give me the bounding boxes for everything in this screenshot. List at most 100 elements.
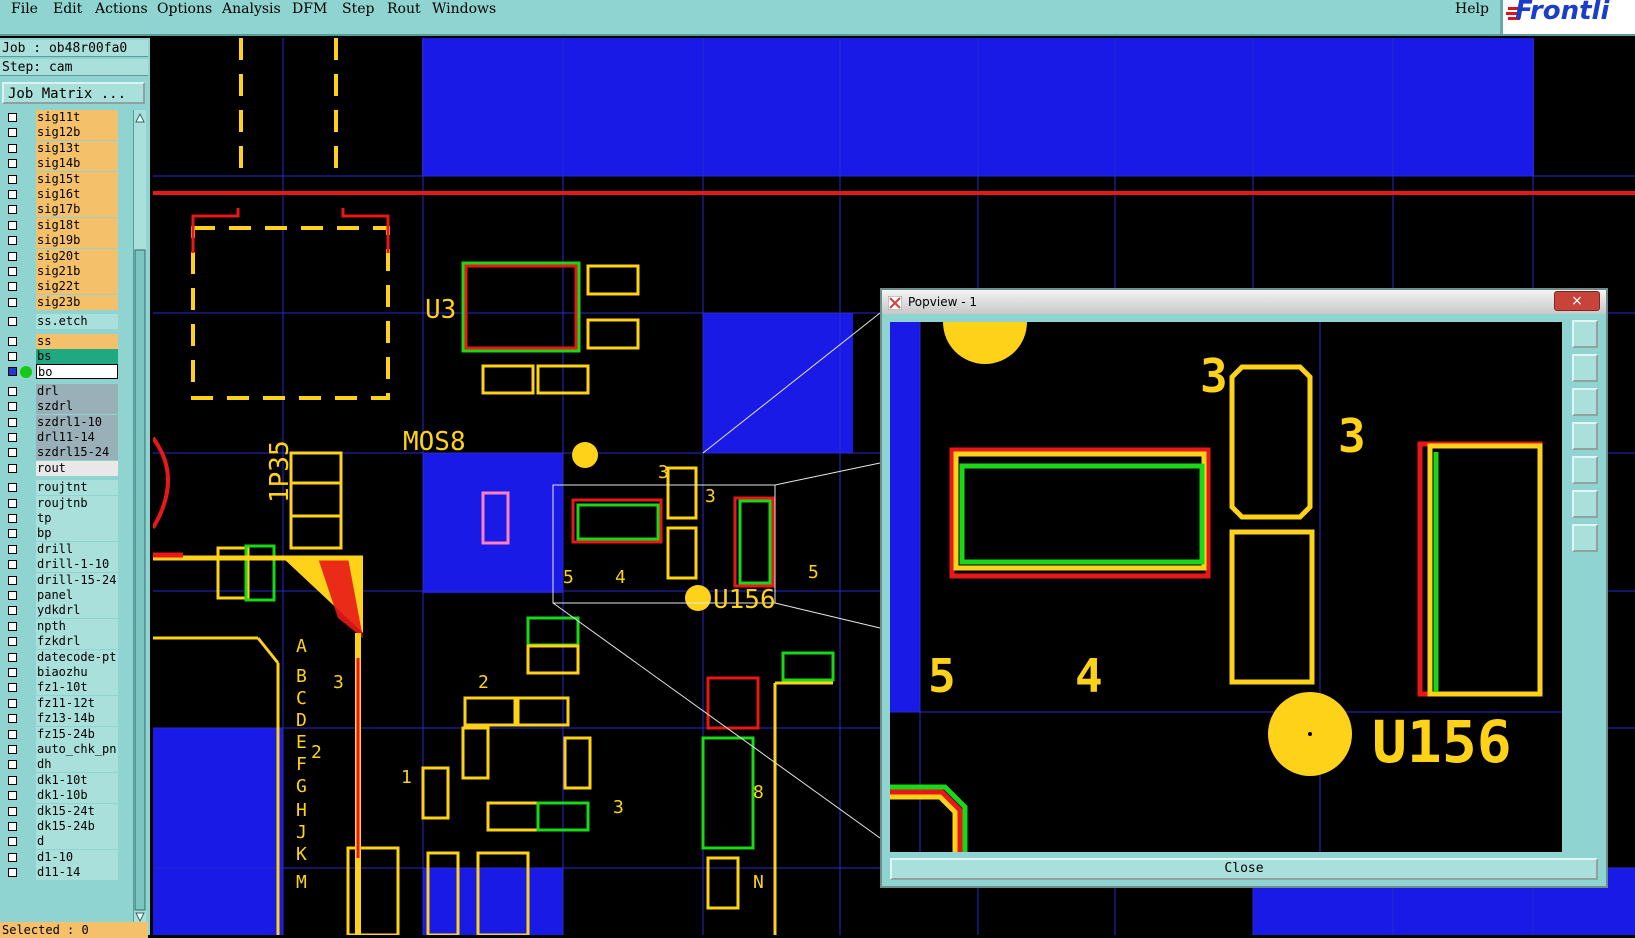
layer-row-drill-15-24[interactable]: drill-15-24 — [0, 572, 120, 589]
layer-checkbox[interactable] — [8, 220, 17, 230]
layer-row-sig20t[interactable]: sig20t — [0, 248, 120, 265]
layer-row-sig14b[interactable]: sig14b — [0, 156, 120, 172]
layer-checkbox[interactable] — [8, 174, 17, 184]
layer-row-dk15-24t[interactable]: dk15-24t — [0, 803, 120, 820]
layer-checkbox[interactable] — [8, 402, 17, 412]
menu-file[interactable]: File — [11, 0, 38, 18]
layer-checkbox[interactable] — [8, 514, 17, 523]
layer-checkbox[interactable] — [8, 745, 17, 754]
layer-row-dk1-10t[interactable]: dk1-10t — [0, 772, 120, 789]
layer-checkbox[interactable] — [8, 190, 17, 199]
popview-titlebar[interactable]: Popview - 1 × — [882, 290, 1606, 314]
layer-row-biaozhu[interactable]: biaozhu — [0, 665, 120, 681]
layer-row-drl[interactable]: drl — [0, 383, 120, 400]
menu-edit[interactable]: Edit — [53, 0, 82, 18]
layer-scrollbar[interactable] — [133, 110, 146, 925]
layer-row-ss.etch[interactable]: ss.etch — [0, 314, 120, 330]
layer-checkbox[interactable] — [8, 282, 17, 292]
layer-row-fz15-24b[interactable]: fz15-24b — [0, 726, 120, 743]
layer-checkbox[interactable] — [8, 637, 17, 647]
layer-checkbox[interactable] — [8, 529, 17, 539]
layer-checkbox[interactable] — [8, 868, 17, 878]
layer-row-sig12b[interactable]: sig12b — [0, 125, 120, 141]
layer-checkbox[interactable] — [8, 483, 17, 493]
layer-checkbox[interactable] — [8, 775, 17, 785]
layer-checkbox[interactable] — [8, 621, 17, 631]
layer-row-drill-1-10[interactable]: drill-1-10 — [0, 557, 120, 573]
layer-checkbox[interactable] — [8, 367, 17, 377]
layer-row-sig16t[interactable]: sig16t — [0, 187, 120, 203]
menu-rout[interactable]: Rout — [387, 0, 421, 18]
layer-row-d[interactable]: d — [0, 834, 120, 850]
layer-row-sig18t[interactable]: sig18t — [0, 217, 120, 234]
layer-row-sig15t[interactable]: sig15t — [0, 171, 120, 188]
layer-checkbox[interactable] — [8, 698, 17, 708]
layer-checkbox[interactable] — [8, 463, 17, 473]
zoom-in-icon[interactable] — [1572, 490, 1598, 518]
layer-checkbox[interactable] — [8, 591, 17, 600]
layer-checkbox[interactable] — [8, 714, 17, 724]
layer-checkbox[interactable] — [8, 652, 17, 662]
layer-checkbox[interactable] — [8, 806, 17, 816]
layer-row-drl11-14[interactable]: drl11-14 — [0, 430, 120, 446]
layer-row-npth[interactable]: npth — [0, 618, 120, 635]
layer-checkbox[interactable] — [8, 352, 17, 361]
layer-checkbox[interactable] — [8, 417, 17, 427]
layer-row-datecode-pt[interactable]: datecode-pt — [0, 649, 120, 666]
menu-options[interactable]: Options — [157, 0, 212, 18]
layer-checkbox[interactable] — [8, 297, 17, 307]
layer-checkbox[interactable] — [8, 128, 17, 138]
layer-checkbox[interactable] — [8, 729, 17, 739]
layer-row-roujtnb[interactable]: roujtnb — [0, 495, 120, 512]
layer-checkbox[interactable] — [8, 544, 17, 554]
pan-down-icon[interactable] — [1572, 388, 1598, 416]
layer-row-bs[interactable]: bs — [0, 349, 120, 365]
pan-right-icon[interactable] — [1572, 456, 1598, 484]
layer-row-fz13-14b[interactable]: fz13-14b — [0, 711, 120, 727]
layer-row-bp[interactable]: bp — [0, 526, 120, 542]
layer-row-bo[interactable]: bo — [0, 364, 120, 380]
layer-checkbox[interactable] — [8, 433, 17, 442]
layer-checkbox[interactable] — [8, 251, 17, 261]
menu-help[interactable]: Help — [1455, 0, 1489, 18]
layer-row-sig11t[interactable]: sig11t — [0, 110, 120, 126]
layer-row-sig17b[interactable]: sig17b — [0, 202, 120, 218]
layer-checkbox[interactable] — [8, 205, 17, 215]
layer-row-dk15-24b[interactable]: dk15-24b — [0, 819, 120, 835]
layer-row-fz11-12t[interactable]: fz11-12t — [0, 695, 120, 712]
layer-row-panel[interactable]: panel — [0, 588, 120, 604]
layer-row-sig13t[interactable]: sig13t — [0, 140, 120, 157]
layer-row-roujtnt[interactable]: roujtnt — [0, 480, 120, 496]
layer-checkbox[interactable] — [8, 822, 17, 831]
layer-row-fz1-10t[interactable]: fz1-10t — [0, 680, 120, 696]
zoom-fit-icon[interactable] — [1572, 320, 1598, 348]
layer-checkbox[interactable] — [8, 560, 17, 570]
layer-checkbox[interactable] — [8, 386, 17, 396]
close-icon[interactable]: × — [1554, 291, 1600, 311]
layer-checkbox[interactable] — [8, 236, 17, 246]
layer-row-dk1-10b[interactable]: dk1-10b — [0, 788, 120, 804]
layer-row-d11-14[interactable]: d11-14 — [0, 865, 120, 881]
menu-windows[interactable]: Windows — [432, 0, 496, 18]
layer-checkbox[interactable] — [8, 448, 17, 458]
layer-row-rout[interactable]: rout — [0, 460, 120, 477]
layer-row-szdrl[interactable]: szdrl — [0, 399, 120, 415]
layer-checkbox[interactable] — [8, 852, 17, 862]
pan-up-icon[interactable] — [1572, 354, 1598, 382]
layer-checkbox[interactable] — [8, 683, 17, 693]
pan-left-icon[interactable] — [1572, 422, 1598, 450]
layer-checkbox[interactable] — [8, 498, 17, 508]
close-button[interactable]: Close — [890, 858, 1598, 880]
layer-row-d1-10[interactable]: d1-10 — [0, 849, 120, 866]
menu-step[interactable]: Step — [342, 0, 374, 18]
layer-checkbox[interactable] — [8, 575, 17, 585]
menu-actions[interactable]: Actions — [95, 0, 148, 18]
layer-checkbox[interactable] — [8, 668, 17, 677]
layer-row-fzkdrl[interactable]: fzkdrl — [0, 634, 120, 650]
layer-row-sig22t[interactable]: sig22t — [0, 279, 120, 295]
menu-dfm[interactable]: DFM — [292, 0, 327, 18]
layer-checkbox[interactable] — [8, 336, 17, 346]
job-matrix-button[interactable]: Job Matrix ... — [2, 82, 145, 104]
layer-row-drill[interactable]: drill — [0, 541, 120, 558]
layer-row-szdrl15-24[interactable]: szdrl15-24 — [0, 445, 120, 461]
